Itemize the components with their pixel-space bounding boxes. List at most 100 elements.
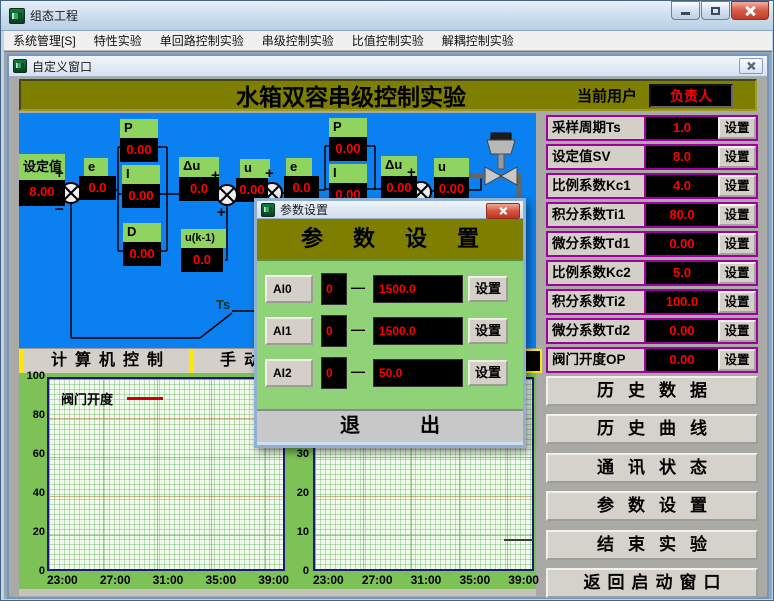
param-label: 积分系数Ti1: [548, 204, 646, 226]
sum-sign-plus-2: +: [211, 171, 220, 181]
param-row-td1: 微分系数Td1 0.00 设置: [546, 231, 758, 257]
param-value: 0.00: [646, 320, 718, 342]
chart1-legend: 阀门开度: [61, 389, 163, 408]
current-user-value: 负责人: [649, 84, 733, 108]
param-label: 采样周期Ts: [548, 117, 646, 139]
dialog-row-ai2: AI2 0 — 50.0 设置: [257, 357, 523, 389]
param-value: 0.00: [646, 233, 718, 255]
maximize-icon: [711, 7, 720, 15]
menu-single-loop-exp[interactable]: 单回路控制实验: [151, 32, 253, 49]
comm-status-button[interactable]: 通讯状态: [546, 453, 758, 483]
dialog-title: 参数设置: [280, 201, 328, 218]
param-setting-button[interactable]: 参数设置: [546, 491, 758, 521]
block-p2-label: P: [329, 118, 367, 137]
window-titlebar: 组态工程: [1, 1, 774, 31]
set-button[interactable]: 设置: [718, 146, 756, 168]
param-value: 100.0: [646, 291, 718, 313]
channel-label: AI2: [265, 359, 313, 387]
param-label: 积分系数Ti2: [548, 291, 646, 313]
minimize-button[interactable]: [671, 1, 700, 20]
block-i1-value: 0.00: [122, 184, 160, 208]
dialog-icon: [261, 203, 275, 217]
chart1-plot-area: 阀门开度: [47, 377, 285, 571]
param-row-ts: 采样周期Ts 1.0 设置: [546, 115, 758, 141]
dialog-set-button[interactable]: 设置: [468, 360, 508, 386]
set-button[interactable]: 设置: [718, 175, 756, 197]
param-label: 比例系数Kc1: [548, 175, 646, 197]
range-dash: —: [351, 321, 371, 337]
mdi-close-button[interactable]: [739, 58, 763, 74]
experiment-header: 水箱双容串级控制实验 当前用户 负责人: [19, 79, 757, 111]
menu-characteristic-exp[interactable]: 特性实验: [85, 32, 151, 49]
channel-label: AI1: [265, 317, 313, 345]
chart2-x-axis: 23:0027:00 31:0035:00 39:00: [313, 573, 539, 587]
dialog-set-button[interactable]: 设置: [468, 318, 508, 344]
dialog-header: 参数设置: [257, 219, 523, 259]
menu-cascade-exp[interactable]: 串级控制实验: [253, 32, 343, 49]
close-button[interactable]: [731, 1, 769, 20]
page-title: 水箱双容串级控制实验: [176, 78, 526, 112]
mdi-window-icon: [13, 59, 27, 73]
set-button[interactable]: 设置: [718, 291, 756, 313]
sum-sign-plus-1: +: [55, 169, 64, 179]
set-button[interactable]: 设置: [718, 320, 756, 342]
close-icon: [745, 6, 755, 16]
set-button[interactable]: 设置: [718, 349, 756, 371]
low-value-field[interactable]: 0: [321, 315, 347, 347]
sum-sign-plus-4: +: [265, 169, 274, 179]
param-row-op: 阀门开度OP 0.00 设置: [546, 347, 758, 373]
mdi-title: 自定义窗口: [32, 58, 92, 75]
block-i2-label: I: [329, 164, 367, 183]
high-value-field[interactable]: 1500.0: [373, 275, 463, 303]
end-experiment-button[interactable]: 结束实验: [546, 530, 758, 560]
set-button[interactable]: 设置: [718, 233, 756, 255]
dialog-set-button[interactable]: 设置: [468, 276, 508, 302]
set-button[interactable]: 设置: [718, 117, 756, 139]
history-data-button[interactable]: 历史数据: [546, 376, 758, 406]
param-label: 阀门开度OP: [548, 349, 646, 371]
block-e1-value: 0.0: [79, 176, 116, 200]
chart2-trace-line: [504, 539, 534, 541]
maximize-button[interactable]: [701, 1, 730, 20]
bottom-strip: [19, 589, 536, 596]
low-value-field[interactable]: 0: [321, 273, 347, 305]
block-p2-value: 0.00: [329, 137, 367, 161]
param-label: 微分系数Td2: [548, 320, 646, 342]
return-start-window-button[interactable]: 返回启动窗口: [546, 568, 758, 598]
minimize-icon: [681, 12, 690, 15]
param-value: 0.00: [646, 349, 718, 371]
channel-label: AI0: [265, 275, 313, 303]
dialog-row-ai1: AI1 0 — 1500.0 设置: [257, 315, 523, 347]
block-i1-label: I: [122, 165, 160, 184]
high-value-field[interactable]: 1500.0: [373, 317, 463, 345]
block-p1-label: P: [120, 119, 158, 138]
menu-system[interactable]: 系统管理[S]: [4, 32, 85, 49]
param-row-ti1: 积分系数Ti1 80.0 设置: [546, 202, 758, 228]
high-value-field[interactable]: 50.0: [373, 359, 463, 387]
sum-sign-minus-1: −: [55, 205, 64, 215]
block-p1-value: 0.00: [120, 138, 158, 162]
dialog-close-button[interactable]: [486, 203, 520, 219]
exit-button[interactable]: 退出: [257, 409, 523, 442]
ts-switch-label: Ts: [216, 297, 230, 312]
param-label: 设定值SV: [548, 146, 646, 168]
block-e1-label: e: [84, 158, 108, 176]
history-curve-button[interactable]: 历史曲线: [546, 414, 758, 444]
menu-ratio-exp[interactable]: 比值控制实验: [343, 32, 433, 49]
computer-control-button[interactable]: 计算机控制: [25, 349, 189, 374]
set-button[interactable]: 设置: [718, 262, 756, 284]
menu-bar: 系统管理[S] 特性实验 单回路控制实验 串级控制实验 比值控制实验 解耦控制实…: [4, 31, 772, 51]
legend-line-red: [127, 397, 163, 400]
low-value-field[interactable]: 0: [321, 357, 347, 389]
mode-indicator: [524, 349, 542, 373]
current-user-label: 当前用户: [577, 85, 637, 106]
menu-decoupling-exp[interactable]: 解耦控制实验: [433, 32, 523, 49]
param-row-kc2: 比例系数Kc2 5.0 设置: [546, 260, 758, 286]
app-icon: [9, 8, 25, 24]
param-settings-dialog: 参数设置 参数设置 AI0 0 — 1500.0 设置 AI1 0 — 1500…: [254, 198, 526, 448]
dialog-close-icon: [499, 207, 507, 215]
param-row-td2: 微分系数Td2 0.00 设置: [546, 318, 758, 344]
block-d1-value: 0.00: [123, 242, 161, 266]
window-title: 组态工程: [30, 7, 78, 24]
set-button[interactable]: 设置: [718, 204, 756, 226]
